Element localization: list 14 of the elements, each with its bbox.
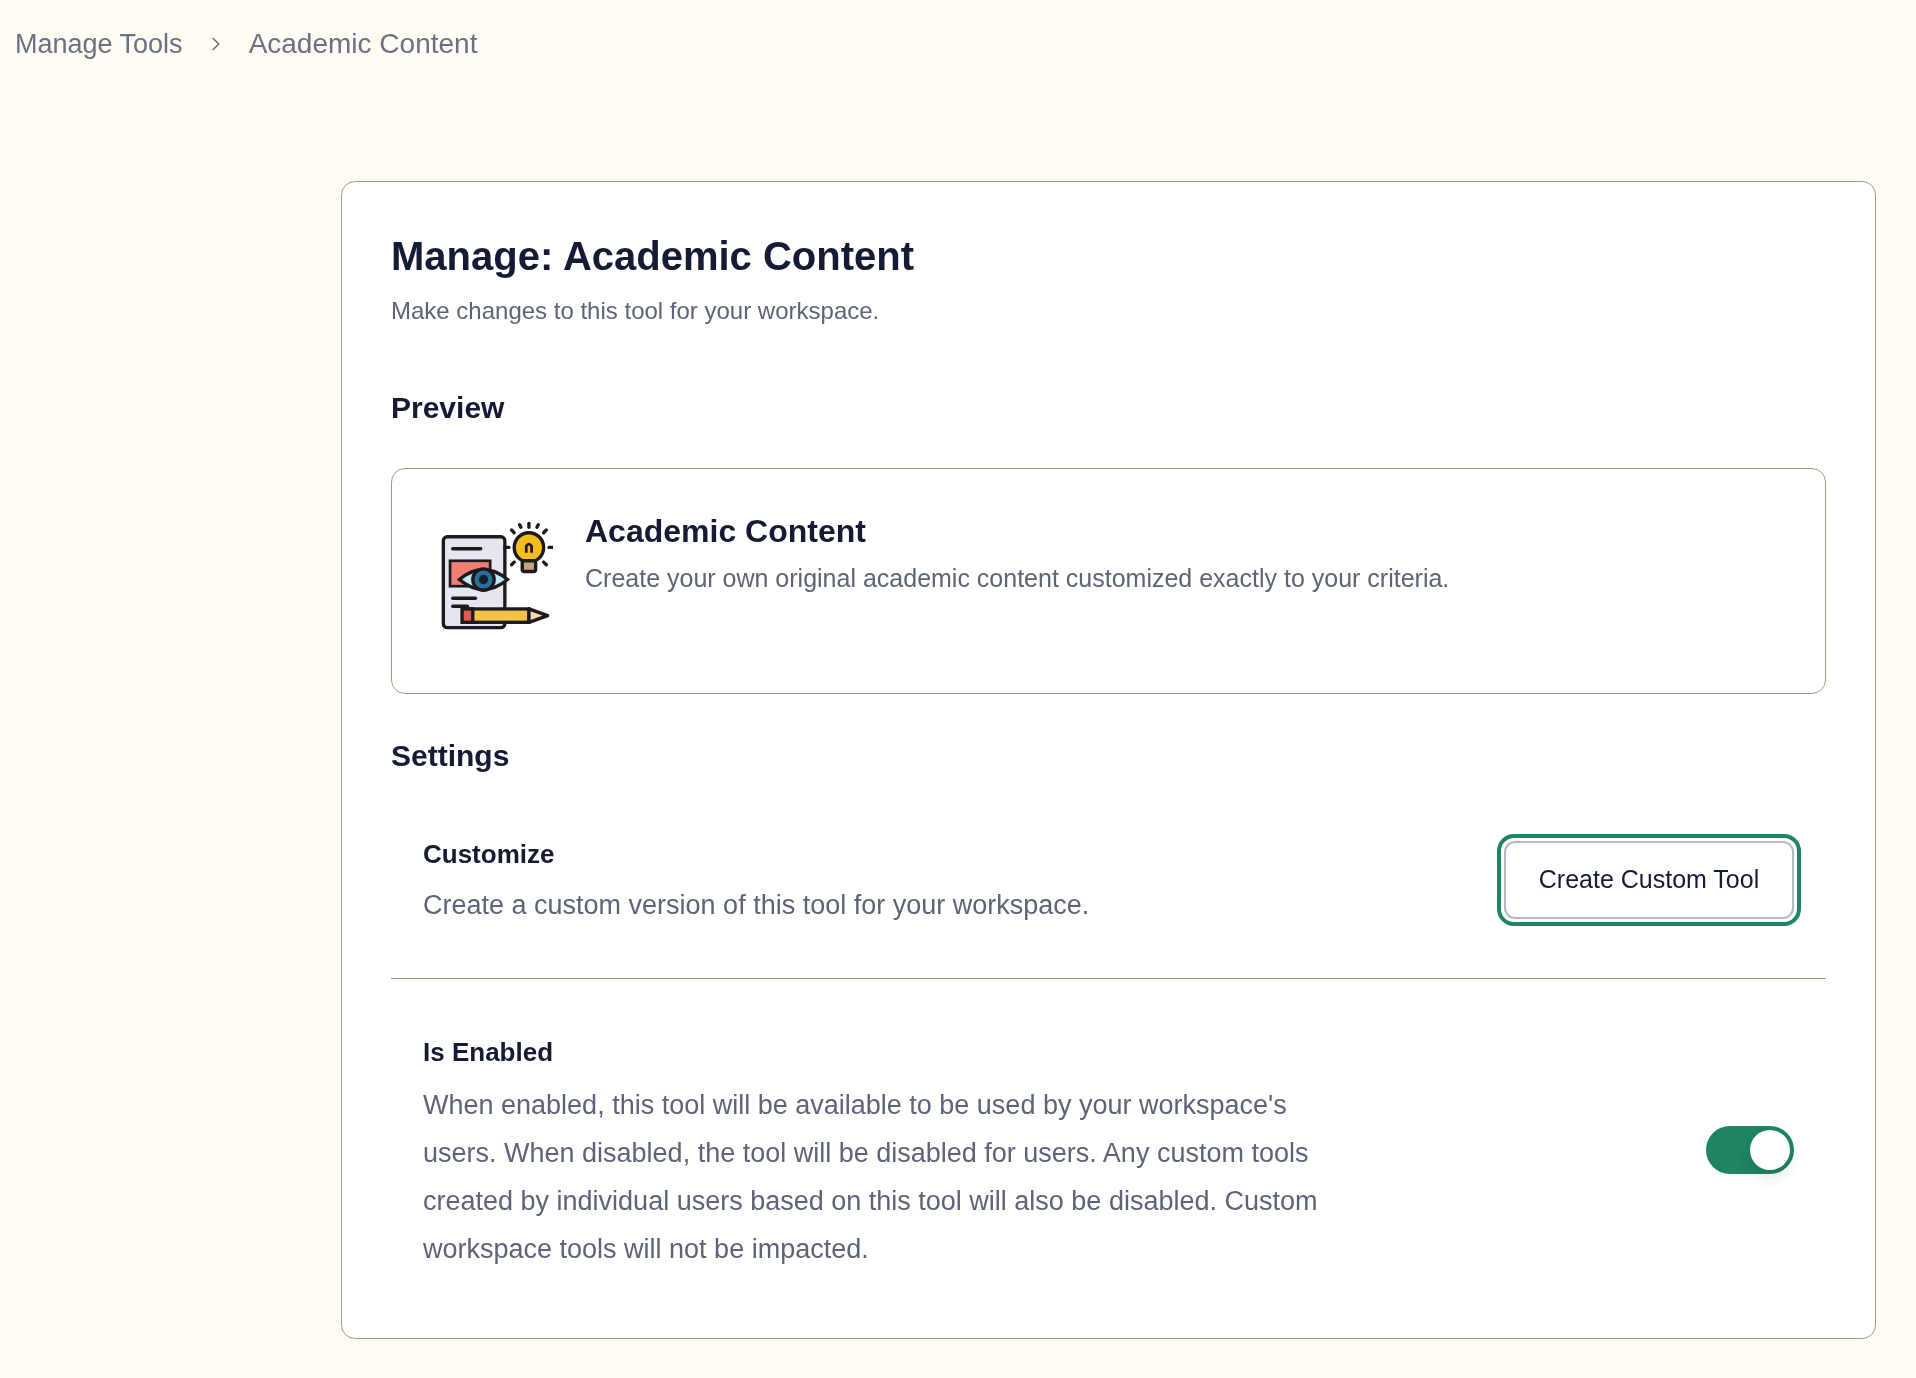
setting-description: Create a custom version of this tool for your workspace. (423, 889, 1090, 922)
setting-title: Is Enabled (423, 1036, 555, 1068)
tool-name: Academic Content (585, 513, 867, 549)
setting-description: When enabled, this tool will be available to be used by your workspace's users. When disabled, the tool will be disabled for users. Any custom tools created by individual users based on this tool will also be disabled. Custom workspace tools will not be impacted. (423, 1089, 1319, 1266)
setting-title: Customize (423, 838, 556, 870)
section-heading: Preview (391, 390, 506, 426)
breadcrumb-link[interactable]: Manage Tools (15, 26, 183, 62)
toggle-switch[interactable] (1706, 1125, 1794, 1174)
tool-description: Create your own original academic content customized exactly to your criteria. (585, 563, 1450, 593)
create-custom-tool-button[interactable]: Create Custom Tool (1497, 834, 1801, 926)
page-title: Manage: Academic Content (391, 233, 916, 280)
page-subtitle: Make changes to this tool for your workspace. (391, 296, 881, 326)
breadcrumb-current: Academic Content (248, 27, 478, 61)
section-heading: Settings (391, 738, 511, 774)
